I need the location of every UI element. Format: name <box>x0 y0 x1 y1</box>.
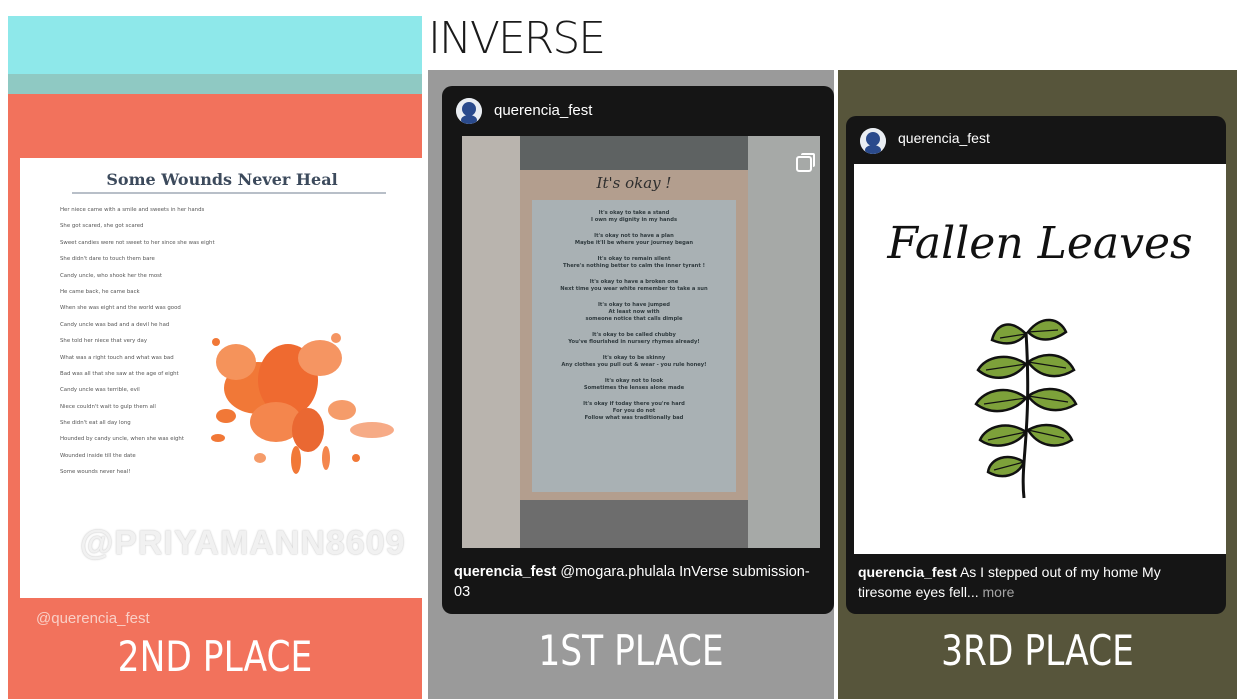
post-caption: querencia_fest @mogara.phulala InVerse s… <box>454 562 824 602</box>
poem-title: Some Wounds Never Heal <box>106 170 338 189</box>
story-title: Fallen Leaves <box>887 218 1193 269</box>
poster-title: It's okay ! <box>596 174 672 192</box>
post-username[interactable]: querencia_fest <box>898 130 990 146</box>
poster-inner: It's okay to take a stand I own my digni… <box>532 200 736 492</box>
poem-stanza: It's okay to be called chubby You've flo… <box>568 332 700 345</box>
caption-username[interactable]: querencia_fest <box>858 564 957 580</box>
post-header: querencia_fest <box>442 86 834 136</box>
poem-line: She got scared, she got scared <box>60 223 144 230</box>
watermark: @PRIYAMANN8609 <box>80 524 406 562</box>
poem-line: Her niece came with a smile and sweets i… <box>60 207 205 213</box>
second-place-panel: Some Wounds Never Heal Her niece came wi… <box>8 16 424 699</box>
post-caption: querencia_fest As I stepped out of my ho… <box>858 562 1218 602</box>
post-username[interactable]: querencia_fest <box>494 102 592 119</box>
caption-username[interactable]: querencia_fest <box>454 564 556 580</box>
place-label: 2ND PLACE <box>117 632 313 681</box>
avatar-icon[interactable] <box>860 128 886 154</box>
multi-image-icon <box>796 153 815 172</box>
handle-text: @querencia_fest <box>36 610 150 627</box>
more-link[interactable]: more <box>979 584 1014 600</box>
poem-stanza: It's okay to have a broken one Next time… <box>560 279 708 292</box>
blurred-background <box>520 496 748 548</box>
poem-poster: It's okay ! It's okay to take a stand I … <box>520 170 748 500</box>
place-label: 3RD PLACE <box>941 626 1134 675</box>
avatar-icon[interactable] <box>456 98 482 124</box>
instagram-post-card[interactable]: querencia_fest Fallen Leaves querencia_f… <box>846 116 1226 614</box>
poem-line: When she was eight and the world was goo… <box>60 305 181 312</box>
title-divider <box>72 192 386 194</box>
post-image[interactable]: Fallen Leaves <box>854 164 1226 554</box>
poem-stanza: It's okay to be skinny Any clothes you p… <box>561 355 707 368</box>
poem-line: Candy uncle, who shook her the most <box>60 272 163 279</box>
poem-stanza: It's okay to remain silent There's nothi… <box>562 256 706 269</box>
paint-splash-icon <box>211 333 394 474</box>
blurred-background <box>462 136 520 548</box>
poem-stanza: It's okay to have jumped At least now wi… <box>585 302 683 322</box>
poem-stanza: It's okay not to have a plan Maybe it'll… <box>574 233 694 246</box>
poem-stanza: It's okay if today there you're hard For… <box>583 401 685 421</box>
place-label: 1ST PLACE <box>538 626 724 675</box>
leaf-branch-icon <box>974 318 1078 499</box>
third-place-panel: querencia_fest Fallen Leaves querencia_f… <box>838 70 1237 699</box>
blurred-background <box>748 136 820 548</box>
poster-stanzas: It's okay to take a stand I own my digni… <box>532 210 736 431</box>
first-place-panel: querencia_fest It's okay ! It's okay to … <box>428 70 834 699</box>
poem-page: Some Wounds Never Heal Her niece came wi… <box>20 158 424 598</box>
cyan-band <box>8 16 422 74</box>
poem-line: Sweet candies were not sweet to her sinc… <box>60 239 215 246</box>
poem-stanza: It's okay to take a stand I own my digni… <box>590 210 678 223</box>
poem-line: He came back, he came back <box>60 288 140 295</box>
cyan-strip <box>8 74 422 94</box>
poem-stanza: It's okay not to look Sometimes the lens… <box>583 378 685 391</box>
post-image[interactable]: It's okay ! It's okay to take a stand I … <box>462 136 820 548</box>
poem-line: She didn't dare to touch them bare <box>60 256 155 263</box>
page-title: INVERSE <box>428 13 606 64</box>
